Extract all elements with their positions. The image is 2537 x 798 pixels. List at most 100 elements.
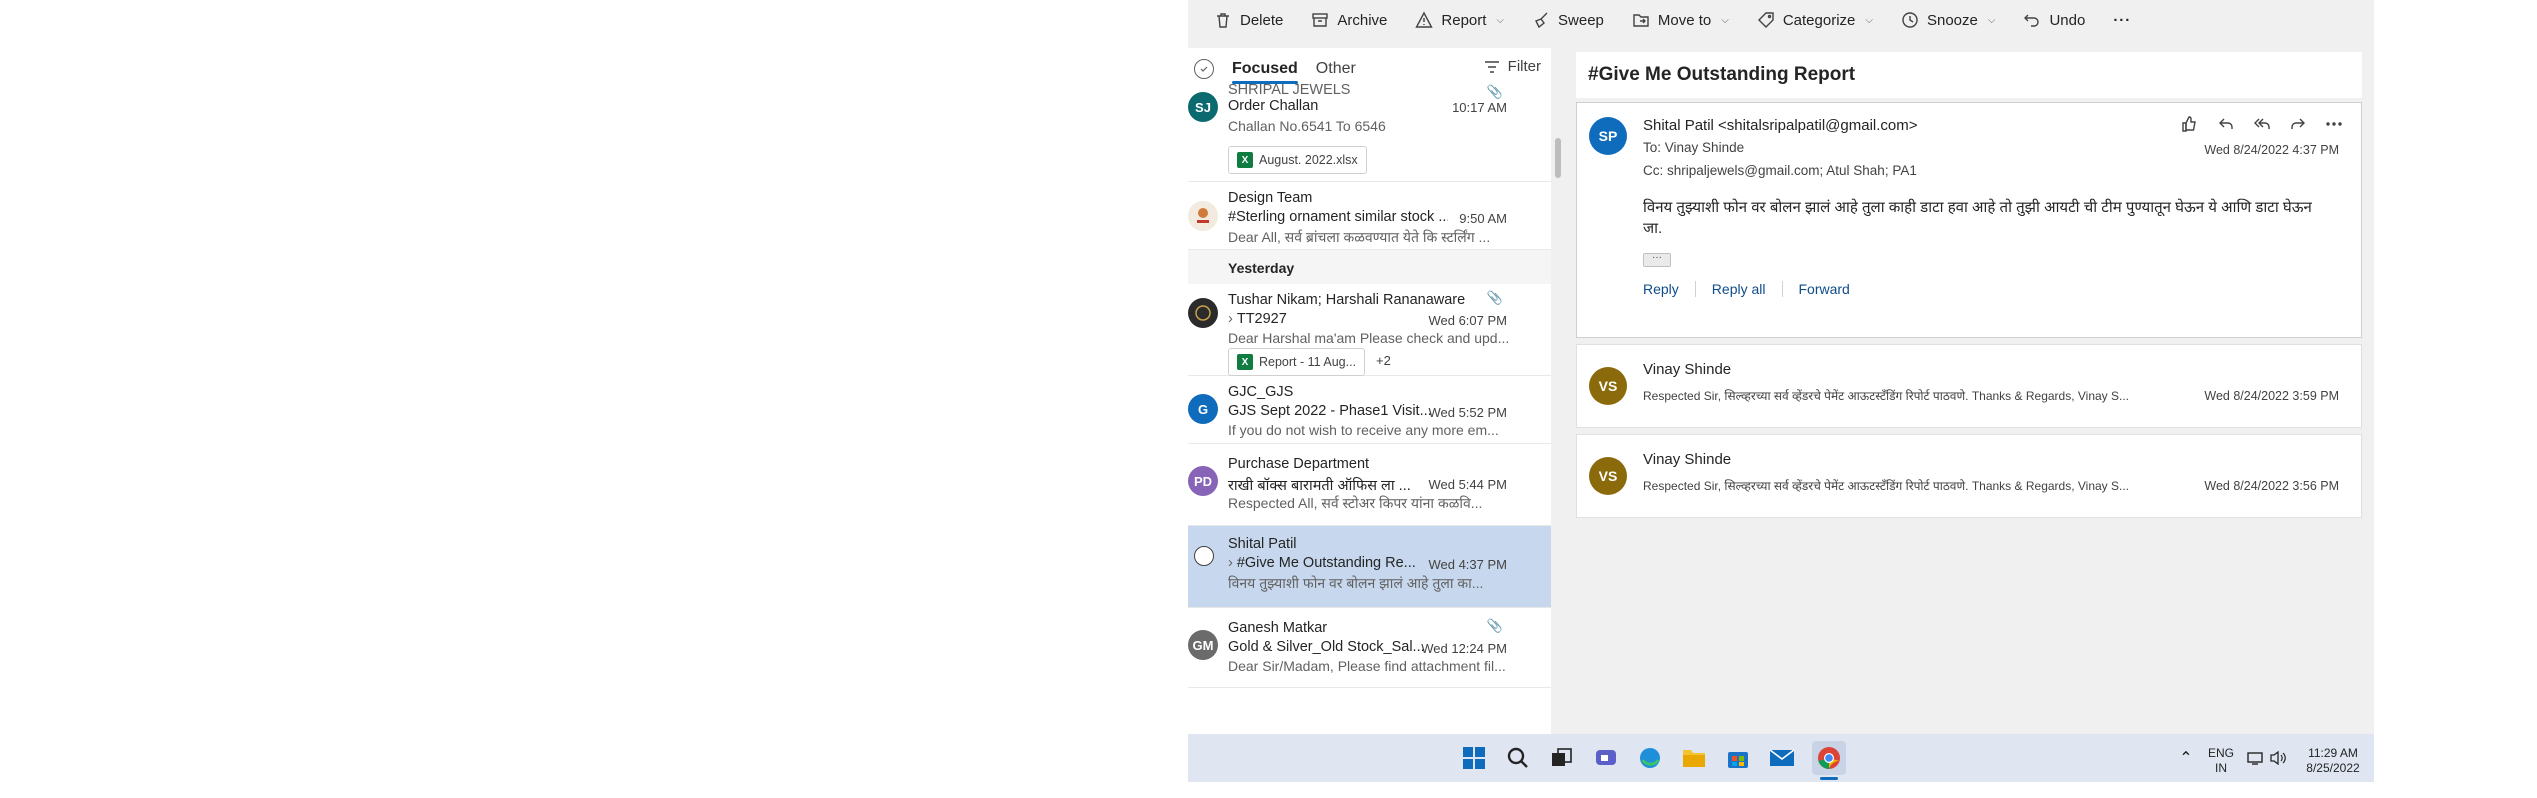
message-body: विनय तुझ्याशी फोन वर बोलन झालं आहे तुला …	[1643, 199, 2312, 237]
paperclip-icon: 📎	[1486, 618, 1503, 633]
undo-button[interactable]: Undo	[2009, 4, 2099, 36]
reply-all-icon[interactable]	[2253, 115, 2271, 133]
subject: GJS Sept 2022 - Phase1 Visit...	[1228, 403, 1432, 419]
more-icon[interactable]	[2325, 115, 2343, 133]
collapsed-message[interactable]: VS Vinay Shinde Respected Sir, सिल्व्हरच…	[1576, 344, 2362, 428]
tab-focused[interactable]: Focused	[1232, 54, 1298, 84]
filter-icon	[1484, 60, 1499, 73]
forward-button[interactable]: Forward	[1781, 281, 1866, 297]
sweep-button[interactable]: Sweep	[1518, 4, 1618, 36]
move-to-button[interactable]: Move to ⌵	[1618, 4, 1743, 36]
list-item[interactable]: Design Team #Sterling ornament similar s…	[1188, 182, 1551, 250]
timestamp: Wed 8/24/2022 3:56 PM	[2204, 479, 2339, 493]
timestamp: Wed 6:07 PM	[1428, 313, 1507, 328]
timestamp: Wed 5:44 PM	[1428, 477, 1507, 492]
more-attachments-count[interactable]: +2	[1376, 353, 1391, 368]
chevron-right-icon[interactable]: ›	[1228, 555, 1233, 571]
report-button[interactable]: Report ⌵	[1401, 4, 1518, 36]
list-item[interactable]: PD Purchase Department राखी बॉक्स बारामत…	[1188, 444, 1551, 526]
list-item-selected[interactable]: Shital Patil › #Give Me Outstanding Re...…	[1188, 526, 1551, 608]
show-trimmed-content-button[interactable]: ···	[1643, 253, 1671, 267]
select-checkbox[interactable]	[1194, 546, 1214, 566]
more-options-button[interactable]: ···	[2099, 4, 2145, 36]
teams-chat-icon[interactable]	[1592, 744, 1620, 772]
trash-icon	[1217, 13, 1229, 28]
like-icon[interactable]	[2181, 115, 2199, 133]
subject: › TT2927	[1228, 311, 1287, 327]
list-item[interactable]: GM Ganesh Matkar 📎 Gold & Silver_Old Sto…	[1188, 608, 1551, 688]
preview: विनय तुझ्याशी फोन वर बोलन झालं आहे तुला …	[1228, 575, 1484, 591]
preview: Respected All, सर्व स्टोअर किपर यांना कळ…	[1228, 495, 1483, 511]
task-view-icon[interactable]	[1548, 744, 1576, 772]
select-all-checkbox[interactable]	[1194, 59, 1214, 79]
reply-all-button[interactable]: Reply all	[1694, 281, 1782, 297]
folder-move-icon	[1633, 14, 1649, 27]
file-explorer-icon[interactable]	[1680, 744, 1708, 772]
expanded-message: SP Shital Patil <shitalsripalpatil@gmail…	[1576, 102, 2362, 338]
avatar: SP	[1589, 117, 1627, 155]
collapsed-message[interactable]: VS Vinay Shinde Respected Sir, सिल्व्हरच…	[1576, 434, 2362, 518]
reply-button[interactable]: Reply	[1643, 281, 1695, 297]
clock-icon	[1902, 12, 1918, 28]
logo-icon	[1197, 208, 1209, 223]
tag-icon	[1757, 12, 1774, 28]
outlook-window: Delete Archive Report ⌵ Sweep Move to ⌵ Ca…	[1188, 0, 2374, 782]
avatar	[1188, 298, 1218, 328]
list-item[interactable]: Tushar Nikam; Harshali Rananaware 📎 › TT2…	[1188, 284, 1551, 376]
chrome-browser-icon[interactable]	[1812, 741, 1846, 775]
timestamp: Wed 5:52 PM	[1428, 405, 1507, 420]
avatar: G	[1188, 394, 1218, 424]
chevron-down-icon: ⌵	[1496, 14, 1505, 26]
preview: Dear Harshal ma'am Please check and upd.…	[1228, 330, 1508, 346]
windows-start-icon[interactable]	[1460, 744, 1488, 772]
section-header: Yesterday	[1188, 250, 1551, 284]
sender-name: Purchase Department	[1228, 456, 1370, 472]
mail-icon[interactable]	[1768, 744, 1796, 772]
sender-name: Vinay Shinde	[1643, 361, 1732, 378]
filter-button[interactable]: Filter	[1484, 58, 1541, 75]
snooze-button[interactable]: Snooze ⌵	[1887, 4, 2009, 36]
preview: Dear All, सर्व ब्रांचला कळवण्यात येते कि…	[1228, 229, 1491, 245]
search-icon[interactable]	[1504, 744, 1532, 772]
microsoft-store-icon[interactable]	[1724, 744, 1752, 772]
reply-icon[interactable]	[2217, 115, 2235, 133]
categorize-button[interactable]: Categorize ⌵	[1743, 4, 1887, 36]
cc-recipients[interactable]: shripaljewels@gmail.com; Atul Shah; PA1	[1667, 163, 1917, 178]
avatar: VS	[1589, 367, 1627, 405]
timestamp: Wed 12:24 PM	[1421, 641, 1507, 656]
sender-name: Design Team	[1228, 190, 1313, 206]
list-item[interactable]: SJ SHRIPAL JEWELS 📎 Order Challan 10:17 …	[1188, 82, 1551, 182]
list-item[interactable]: G GJC_GJS GJS Sept 2022 - Phase1 Visit..…	[1188, 376, 1551, 444]
attachment-chip[interactable]: X August. 2022.xlsx	[1228, 146, 1367, 174]
windows-taskbar: ⌃ ENG IN 11:29 AM 8/25/2022	[1188, 734, 2374, 782]
subject: Order Challan	[1228, 98, 1319, 114]
reply-actions: Reply Reply all Forward	[1643, 281, 1866, 297]
sender-name: SHRIPAL JEWELS	[1228, 82, 1351, 98]
scrollbar-thumb[interactable]	[1555, 138, 1561, 178]
archive-button[interactable]: Archive	[1297, 4, 1401, 36]
tab-other[interactable]: Other	[1316, 54, 1356, 84]
edge-browser-icon[interactable]	[1636, 744, 1664, 772]
timestamp: 9:50 AM	[1459, 211, 1507, 226]
attachment-chip[interactable]: X Report - 11 Aug...	[1228, 348, 1366, 376]
command-toolbar: Delete Archive Report ⌵ Sweep Move to ⌵ Ca…	[1188, 0, 2374, 40]
avatar: SJ	[1188, 92, 1218, 122]
list-scrollbar[interactable]	[1552, 48, 1564, 734]
excel-icon: X	[1237, 152, 1253, 168]
more-icon: ···	[2113, 11, 2132, 29]
excel-icon: X	[1237, 354, 1253, 370]
checkmark-icon	[1200, 66, 1208, 72]
delete-button[interactable]: Delete	[1200, 4, 1297, 36]
language-indicator[interactable]: ENG IN	[2204, 746, 2238, 776]
preview: Respected Sir, सिल्व्हरच्या सर्व व्हेंडर…	[1643, 479, 2130, 493]
forward-icon[interactable]	[2289, 115, 2307, 133]
sender-name[interactable]: Shital Patil <shitalsripalpatil@gmail.co…	[1643, 117, 1918, 134]
volume-icon[interactable]	[2264, 744, 2292, 772]
chevron-right-icon[interactable]: ›	[1228, 311, 1233, 327]
clock[interactable]: 11:29 AM 8/25/2022	[2298, 746, 2368, 776]
conversation-subject: #Give Me Outstanding Report	[1576, 52, 2362, 98]
recipient[interactable]: Vinay Shinde	[1665, 140, 1744, 155]
avatar	[1188, 201, 1218, 231]
message-list: Focused Other Filter SJ SHRIPAL JEWELS 📎…	[1188, 48, 1551, 734]
chevron-up-icon[interactable]: ⌃	[2172, 744, 2200, 772]
